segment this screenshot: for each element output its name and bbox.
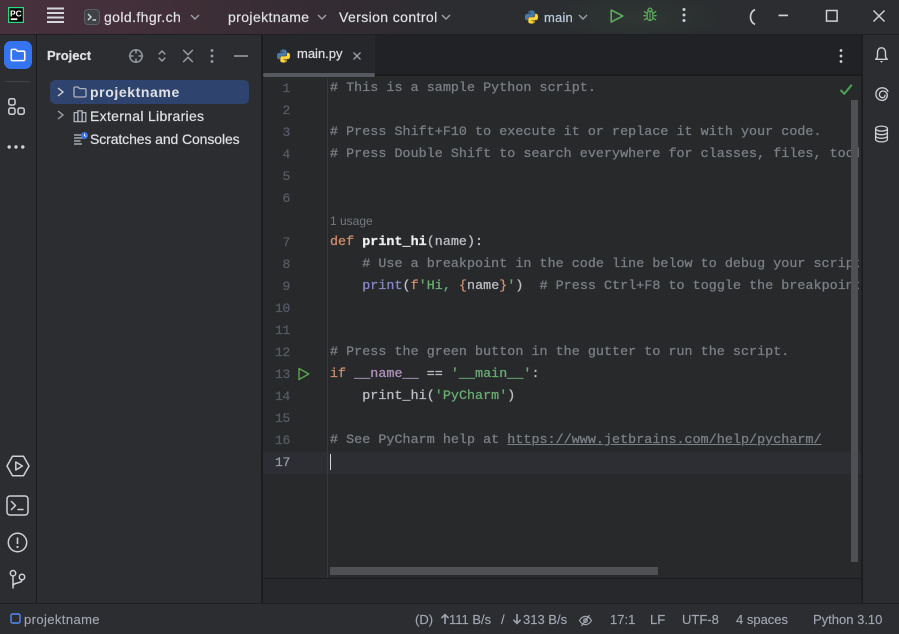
svg-text:PC: PC [10, 8, 22, 18]
